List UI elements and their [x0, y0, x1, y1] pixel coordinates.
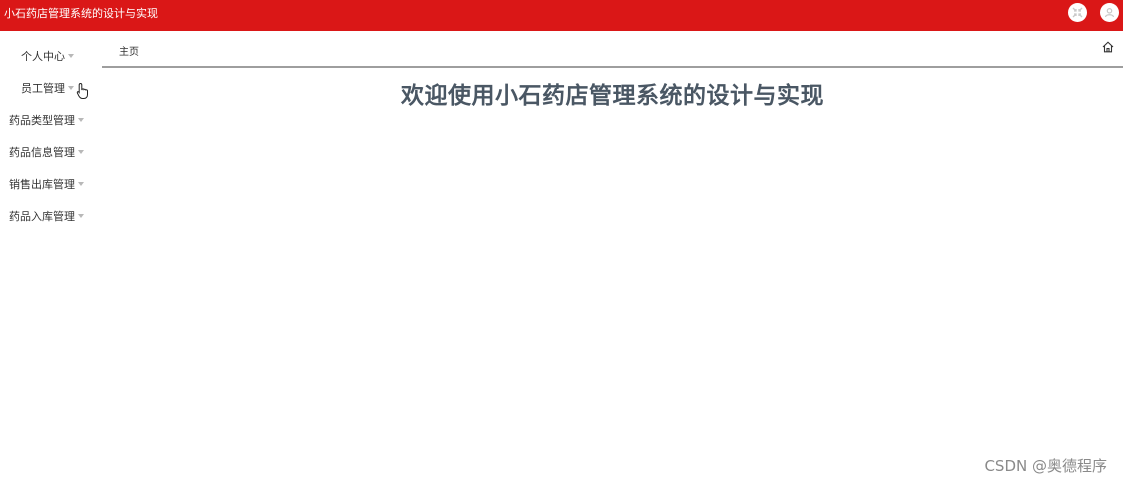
- welcome-heading: 欢迎使用小石药店管理系统的设计与实现: [401, 83, 824, 109]
- hand-cursor-icon: [76, 82, 88, 99]
- sidebar-item-drug-info[interactable]: 药品信息管理: [0, 136, 102, 168]
- breadcrumb-bar: 主页: [102, 31, 1123, 68]
- caret-down-icon: [78, 118, 84, 122]
- app-title: 小石药店管理系统的设计与实现: [4, 7, 158, 20]
- breadcrumb[interactable]: 主页: [119, 43, 139, 58]
- top-header: 小石药店管理系统的设计与实现: [0, 0, 1123, 31]
- sidebar-item-sales-outbound[interactable]: 销售出库管理: [0, 168, 102, 200]
- user-icon: [1104, 7, 1115, 18]
- caret-down-icon: [68, 86, 74, 90]
- user-button[interactable]: [1100, 3, 1119, 22]
- caret-down-icon: [78, 214, 84, 218]
- sidebar-item-label: 药品入库管理: [9, 210, 75, 223]
- shrink-button[interactable]: [1068, 3, 1087, 22]
- home-icon[interactable]: [1102, 41, 1114, 53]
- sidebar-item-label: 个人中心: [21, 50, 65, 63]
- sidebar-item-label: 员工管理: [21, 82, 65, 95]
- caret-down-icon: [78, 182, 84, 186]
- sidebar-item-label: 药品信息管理: [9, 146, 75, 159]
- shrink-icon: [1072, 7, 1083, 18]
- sidebar-item-label: 销售出库管理: [9, 178, 75, 191]
- caret-down-icon: [68, 54, 74, 58]
- sidebar-item-label: 药品类型管理: [9, 114, 75, 127]
- sidebar-item-drug-types[interactable]: 药品类型管理: [0, 104, 102, 136]
- sidebar-item-personal-center[interactable]: 个人中心: [0, 40, 102, 72]
- csdn-watermark: CSDN @奥德程序: [984, 457, 1107, 475]
- caret-down-icon: [78, 150, 84, 154]
- sidebar-item-drug-inbound[interactable]: 药品入库管理: [0, 200, 102, 232]
